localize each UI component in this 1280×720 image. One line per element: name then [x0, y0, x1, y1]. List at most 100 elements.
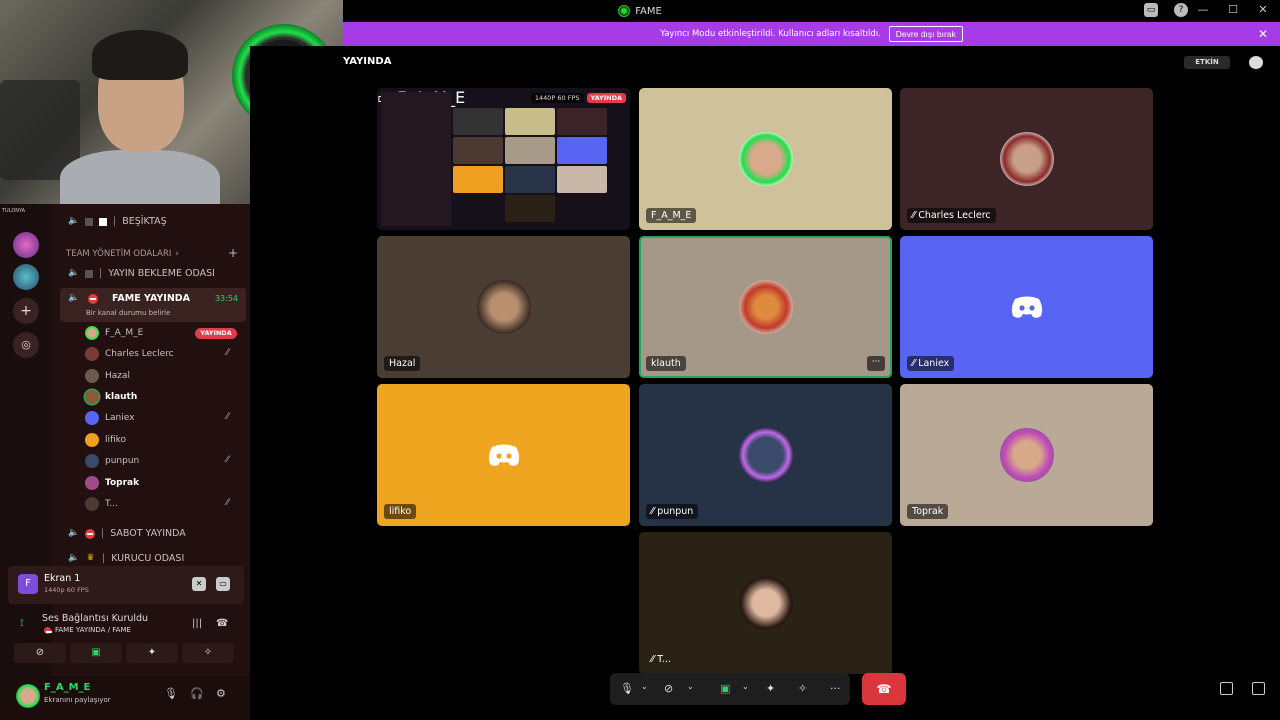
gear-icon[interactable]: ⚙	[216, 687, 226, 700]
disconnect-button[interactable]: ☎	[862, 673, 906, 705]
discover-icon[interactable]: ◎	[13, 332, 39, 358]
avatar	[85, 433, 99, 447]
participant-tile[interactable]: ⁄⁄ Charles Leclerc	[900, 88, 1153, 230]
tile-label: Toprak	[907, 504, 949, 519]
crown-icon: ♛	[86, 553, 95, 563]
channel-status-prompt[interactable]: Bir kanal durumu belirle	[86, 309, 170, 317]
participant-tile[interactable]: Hazal	[377, 236, 630, 378]
list-item[interactable]: T...	[85, 497, 118, 511]
tile-name: Toprak	[912, 506, 944, 517]
soundboard-icon[interactable]: ✧	[798, 682, 807, 695]
list-item[interactable]: lifiko	[85, 433, 126, 447]
tile-label: klauth	[646, 356, 686, 371]
noise-suppression-icon[interactable]: |||	[192, 618, 202, 629]
close-banner-icon[interactable]: ✕	[1258, 27, 1268, 41]
channel-besiktas[interactable]: 🔈 | BEŞİKTAŞ	[68, 216, 167, 227]
stream-preview-tile	[557, 108, 607, 135]
disable-streamer-mode-button[interactable]: Devre dışı bırak	[888, 26, 963, 42]
screen-share-panel: F Ekran 1 1440p 60 FPS ✕ ▭	[8, 566, 244, 604]
server-logo-icon	[618, 5, 631, 17]
voice-status: Ses Bağlantısı Kuruldu	[42, 613, 149, 624]
list-item[interactable]: Hazal	[85, 369, 130, 383]
stream-preview-tile	[453, 137, 503, 164]
streamer-mode-banner: Yayıncı Modu etkinleştirildi. Kullanıcı …	[343, 22, 1280, 46]
avatar[interactable]	[16, 684, 40, 708]
tile-name: punpun	[657, 506, 694, 517]
camera-off-icon[interactable]: ⊘	[664, 682, 673, 695]
close-window-button[interactable]: ✕	[1256, 3, 1270, 16]
stream-settings-icon[interactable]: ▭	[216, 577, 230, 591]
room-title: YAYINDA	[343, 56, 392, 67]
app-window: FAME ▭ ? — ☐ ✕ Yayıncı Modu etkinleştiri…	[0, 0, 1280, 720]
stream-tile[interactable]: 1440P 60 FPS YAYINDA ▭ F_A_M_E	[377, 88, 630, 230]
screen-share-icon[interactable]: ▣	[720, 682, 730, 695]
stream-preview-tile	[557, 166, 607, 193]
participant-tile[interactable]: F_A_M_E	[639, 88, 892, 230]
screen-share-button[interactable]: ▣	[70, 643, 122, 663]
channel-fame-label: FAME YAYINDA	[112, 293, 191, 304]
server-icon[interactable]	[13, 232, 39, 258]
inbox-icon[interactable]: ▭	[1144, 3, 1158, 17]
channel-waiting[interactable]: 🔈 | YAYIN BEKLEME ODASI	[68, 268, 215, 279]
popout-icon[interactable]	[1220, 682, 1233, 695]
speaker-icon: 🔈	[68, 553, 80, 563]
avatar	[738, 132, 793, 186]
participant-tile[interactable]: lifiko	[377, 384, 630, 526]
avatar	[85, 369, 99, 383]
avatar	[738, 280, 793, 334]
participant-tile[interactable]: ⁄⁄ T...	[639, 532, 892, 674]
user-status: Ekranını paylaşıyor	[44, 696, 111, 704]
fullscreen-icon[interactable]	[1252, 682, 1265, 695]
channel-fame-active[interactable]: 🔈 FAME YAYINDA 33:54 Bir kanal durumu be…	[60, 288, 246, 322]
soundboard-button[interactable]: ✧	[182, 643, 234, 663]
help-icon[interactable]: ?	[1174, 3, 1188, 17]
server-icon[interactable]	[13, 264, 39, 290]
list-item[interactable]: punpun	[85, 454, 139, 468]
tile-label: F_A_M_E	[646, 208, 697, 223]
avatar	[476, 280, 531, 334]
camera-off-button[interactable]: ⊘	[14, 643, 66, 663]
deafened-icon: ⁄⁄	[651, 654, 655, 665]
list-item[interactable]: Toprak	[85, 476, 139, 490]
screen-share-icon: F	[18, 574, 38, 594]
list-item[interactable]: Laniex	[85, 411, 134, 425]
voice-location-text: FAME YAYINDA / FAME	[55, 626, 131, 634]
maximize-button[interactable]: ☐	[1226, 3, 1240, 16]
speaker-icon: 🔈	[68, 293, 80, 303]
stream-preview-tile	[505, 137, 555, 164]
channel-sabot[interactable]: 🔈 | SABOT YAYINDA	[68, 528, 186, 539]
activities-button[interactable]: ✦	[126, 643, 178, 663]
add-server-icon[interactable]: +	[13, 298, 39, 324]
list-item[interactable]: klauth	[85, 390, 137, 404]
participant-tile[interactable]: ⁄⁄ punpun	[639, 384, 892, 526]
stop-stream-icon[interactable]: ✕	[192, 577, 206, 591]
participant-tile[interactable]: Toprak	[900, 384, 1153, 526]
more-options-icon[interactable]: ···	[830, 682, 841, 695]
voice-location[interactable]: FAME YAYINDA / FAME	[44, 626, 131, 634]
channel-kurucu[interactable]: 🔈 ♛ | KURUCU ODASI	[68, 553, 184, 564]
deafened-icon: ⁄⁄	[226, 412, 230, 422]
chat-icon[interactable]	[1249, 56, 1263, 69]
tile-label: Hazal	[384, 356, 421, 371]
tile-name: klauth	[651, 358, 681, 369]
chevron-down-icon[interactable]: ⌄	[641, 682, 648, 691]
disconnect-icon[interactable]: ☎	[216, 618, 228, 629]
participant-tile[interactable]: klauth ···	[639, 236, 892, 378]
minimize-button[interactable]: —	[1196, 3, 1210, 16]
participant-tile[interactable]: ⁄⁄ Laniex	[900, 236, 1153, 378]
live-badge: YAYINDA	[195, 328, 237, 339]
chevron-down-icon: ›	[175, 249, 179, 259]
activity-button[interactable]: ETKİN	[1184, 56, 1230, 69]
chevron-down-icon[interactable]: ⌄	[742, 682, 749, 691]
more-options-button[interactable]: ···	[867, 356, 885, 371]
chevron-down-icon[interactable]: ⌄	[687, 682, 694, 691]
microphone-icon[interactable]: 🎙	[164, 687, 178, 700]
category-team[interactable]: TEAM YÖNETİM ODALARI ›	[66, 249, 179, 259]
list-item[interactable]: Charles Leclerc	[85, 347, 174, 361]
tile-name: F_A_M_E	[651, 210, 692, 221]
microphone-icon[interactable]: 🎙	[620, 682, 634, 695]
list-item[interactable]: F_A_M_E	[85, 326, 143, 340]
activities-icon[interactable]: ✦	[766, 682, 775, 695]
streamer-hair	[92, 30, 188, 80]
headphones-icon[interactable]: 🎧	[190, 687, 204, 700]
